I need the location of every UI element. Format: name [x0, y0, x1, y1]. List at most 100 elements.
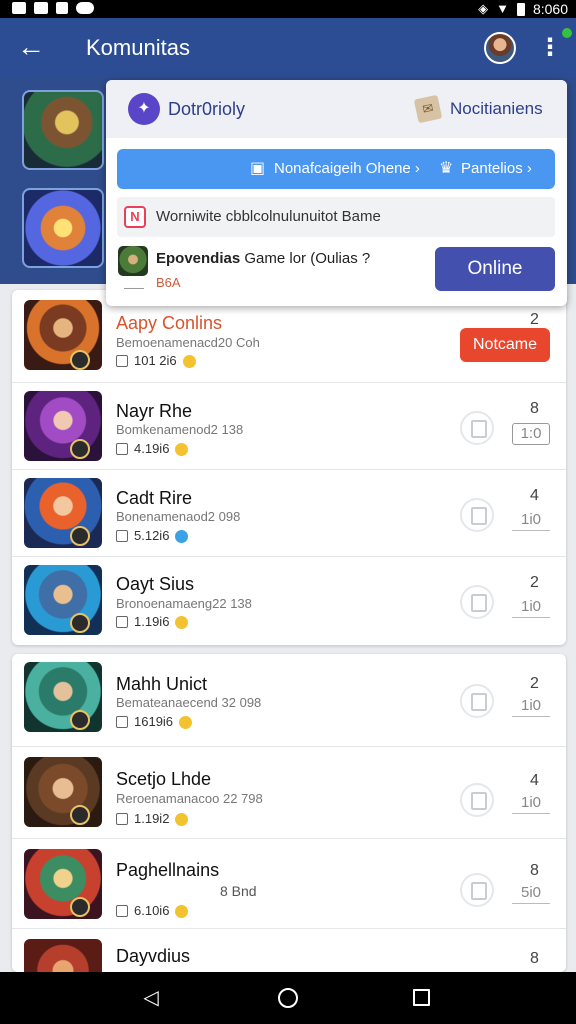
notifications-link[interactable]: Nocitianiens [450, 98, 543, 120]
join-checkbox[interactable] [460, 684, 494, 718]
list-item-score: 1i0 [512, 510, 550, 531]
members-icon [116, 443, 128, 455]
invite-banner[interactable]: N Worniwite cbblcolnulunuitot Bame [117, 197, 555, 237]
tab-nonafcaigeih[interactable]: Nonafcaigeih Ohene › [274, 159, 420, 179]
members-icon [116, 813, 128, 825]
nav-back-icon[interactable]: ◁ [139, 986, 163, 1010]
join-checkbox[interactable] [460, 873, 494, 907]
nav-home-icon[interactable] [278, 988, 298, 1008]
join-checkbox[interactable] [460, 585, 494, 619]
list-item-meta-value: 1.19i6 [134, 614, 170, 629]
members-icon [116, 616, 128, 628]
status-bar: ◈ ▼ 8:060 [0, 0, 576, 18]
crown-icon: ♛ [439, 160, 454, 177]
coin-icon [175, 442, 189, 456]
question-rest: Game lor (Oulias ? [240, 250, 371, 267]
level-badge-icon [70, 613, 90, 633]
level-badge-icon [70, 439, 90, 459]
coin-icon [175, 615, 189, 629]
notification-icon [56, 2, 68, 14]
coin-icon [179, 715, 193, 729]
game-thumbnail [24, 939, 102, 972]
list-item[interactable]: Oayt Sius Bronoenamaeng22 138 1.19i6 2 1… [12, 556, 566, 645]
list-item[interactable]: Dayvdius 8 [12, 928, 566, 972]
list-item-title: Dayvdius [116, 946, 191, 966]
notifications-icon[interactable]: ✉ [413, 94, 443, 124]
list-item-title: Nayr Rhe [116, 401, 193, 421]
list-item-rank: 2 [530, 675, 539, 692]
list-item-rank: 2 [530, 311, 539, 328]
question-bold: Epovendias [156, 250, 241, 267]
list-item-title: Cadt Rire [116, 488, 193, 508]
list-item-subtitle: 8 Bnd [220, 883, 257, 899]
list-item-rank: 8 [530, 950, 539, 967]
coin-icon [175, 812, 189, 826]
divider [124, 288, 144, 289]
game-thumbnail[interactable] [22, 90, 104, 170]
list-item-subtitle: Bonenamenaod2 098 [116, 509, 241, 524]
status-time: 8:060 [532, 1, 568, 17]
list-item-rank: 2 [530, 574, 539, 591]
game-thumbnail [24, 849, 102, 919]
game-thumbnail [24, 300, 102, 370]
notification-icons [12, 2, 94, 14]
gift-icon: ▣ [250, 160, 266, 177]
battery-icon [516, 2, 525, 16]
list-item-subtitle: Reroenamanacoo 22 798 [116, 791, 263, 806]
level-badge-icon [70, 710, 90, 730]
list-item-meta: 101 2i6 [116, 352, 196, 370]
list-item-meta-value: 1619i6 [134, 714, 174, 729]
list-item-score: 1i0 [512, 597, 550, 618]
popup-header: ✦ Dotr0rioly ✉ Nocitianiens [106, 80, 567, 138]
game-thumbnail [24, 565, 102, 635]
status-right: ◈ ▼ 8:060 [478, 0, 568, 18]
members-icon [116, 716, 128, 728]
list-item-meta-value: 101 2i6 [134, 353, 177, 368]
list-item-subtitle: Bemoenamenacd20 Coh [116, 335, 260, 350]
game-thumbnail [24, 757, 102, 827]
avatar[interactable] [484, 32, 516, 64]
notification-icon [12, 2, 26, 14]
list-item-subtitle: Bronoenamaeng22 138 [116, 596, 252, 611]
coin-icon [182, 354, 196, 368]
question-subtext: B6A [156, 275, 181, 290]
gem-icon [175, 529, 189, 543]
tab-pantelios[interactable]: Pantelios › [461, 159, 532, 179]
list-item[interactable]: Cadt Rire Bonenamenaod2 098 5.12i6 4 1i0 [12, 469, 566, 556]
nav-recents-icon[interactable] [413, 989, 430, 1006]
list-item-rank: 4 [530, 772, 539, 789]
members-icon [116, 355, 128, 367]
back-arrow-icon[interactable]: ← [16, 32, 46, 62]
join-checkbox[interactable] [460, 411, 494, 445]
list-item[interactable]: Paghellnains 8 Bnd 6.10i6 8 5i0 [12, 838, 566, 928]
location-icon: ◈ [478, 1, 489, 16]
game-thumbnail [118, 246, 148, 276]
app-bar: ← Komunitas ⋮ [0, 18, 576, 78]
list-item[interactable]: Mahh Unict Bemateanaecend 32 098 1619i6 … [12, 654, 566, 746]
page-title: Komunitas [86, 35, 190, 60]
notcame-button[interactable]: Notcame [460, 328, 550, 362]
notification-icon [76, 2, 94, 14]
notification-icon [34, 2, 48, 14]
list-item[interactable]: Nayr Rhe Bomkenamenod2 138 4.19i6 8 1:0 [12, 382, 566, 469]
join-checkbox[interactable] [460, 498, 494, 532]
popup-title: Dotr0rioly [168, 99, 246, 119]
list-item-score: 1i0 [512, 696, 550, 717]
list-item-meta: 6.10i6 [116, 902, 189, 920]
game-thumbnail [24, 478, 102, 548]
online-button[interactable]: Online [435, 247, 555, 291]
list-item-meta-value: 4.19i6 [134, 441, 170, 456]
list-item-score: 5i0 [512, 883, 550, 904]
join-checkbox[interactable] [460, 783, 494, 817]
members-icon [116, 530, 128, 542]
list-item[interactable]: Scetjo Lhde Reroenamanacoo 22 798 1.19i2… [12, 746, 566, 838]
list-item-rank: 4 [530, 487, 539, 504]
list-item-title: Oayt Sius [116, 574, 195, 594]
more-vert-icon[interactable]: ⋮ [538, 32, 562, 64]
game-thumbnail[interactable] [22, 188, 104, 268]
list-item-rank: 8 [530, 400, 539, 417]
community-list-card: Mahh Unict Bemateanaecend 32 098 1619i6 … [12, 654, 566, 972]
list-item-meta: 1.19i6 [116, 613, 189, 631]
list-item-meta-value: 1.19i2 [134, 811, 170, 826]
coin-icon [175, 904, 189, 918]
